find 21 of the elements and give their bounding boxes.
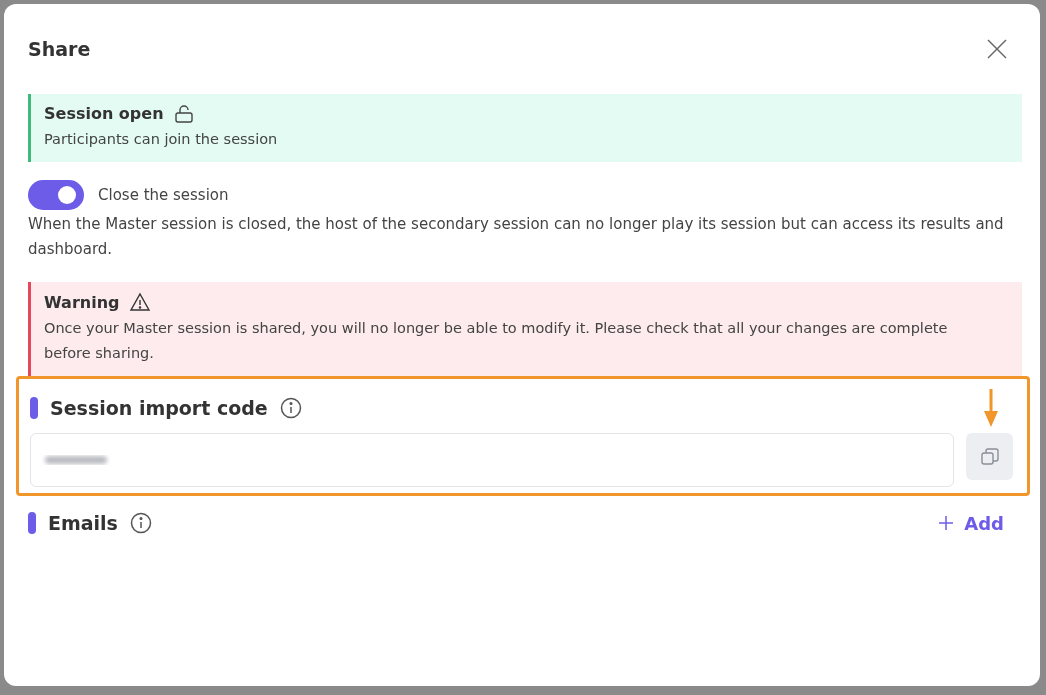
- toggle-description: When the Master session is closed, the host of the secondary session can no longer play its session but can access its results and dashboard.: [28, 214, 1005, 260]
- toggle-switch[interactable]: [28, 180, 84, 210]
- alert-text: Participants can join the session: [44, 130, 279, 149]
- alert-title: Session open: [44, 104, 164, 123]
- toggle-label: Close the session: [98, 186, 229, 204]
- section-marker: [30, 397, 38, 419]
- info-icon[interactable]: [279, 397, 302, 419]
- info-icon[interactable]: [129, 512, 152, 534]
- alert-title: Warning: [44, 292, 120, 312]
- unlocked-padlock-icon: [173, 104, 194, 123]
- down-arrow-annotation: [983, 389, 999, 427]
- section-title: Emails: [48, 512, 118, 534]
- section-title: Session import code: [50, 397, 268, 419]
- add-button[interactable]: Add: [938, 512, 1004, 534]
- plus-icon: [938, 515, 955, 531]
- copy-icon: [979, 446, 1000, 467]
- warning-icon: [129, 292, 152, 312]
- code-field[interactable]: [30, 433, 954, 487]
- dialog-title: Share: [28, 38, 91, 60]
- alert-text: Once your Master session is shared, you will no longer be able to modify it. Please check that all your changes are complete before sharing.: [44, 319, 949, 363]
- section-marker: [28, 512, 36, 534]
